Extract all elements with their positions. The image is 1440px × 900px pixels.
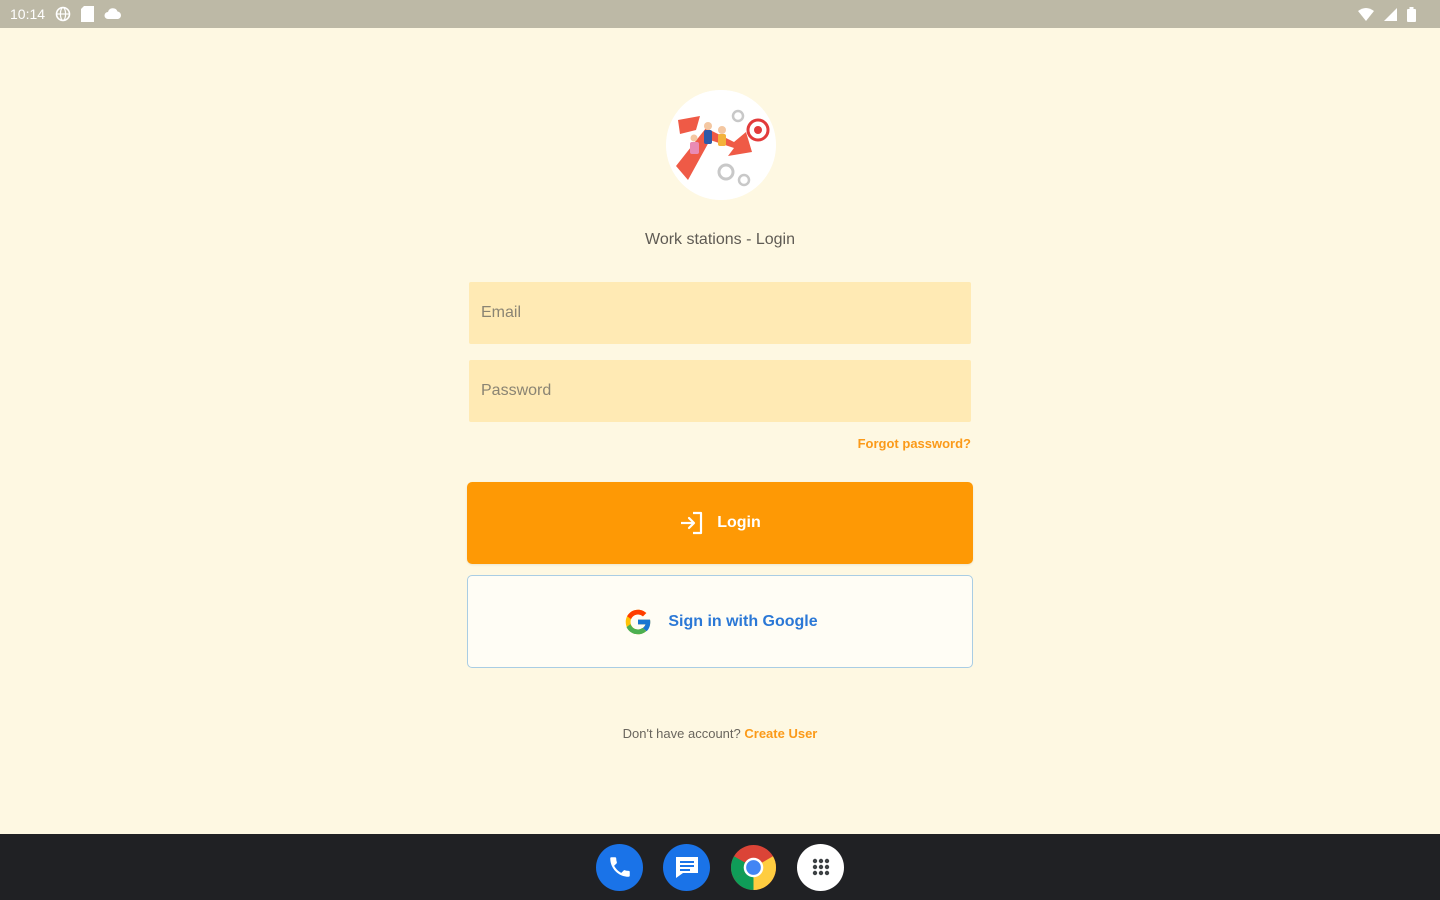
create-user-link[interactable]: Create User	[744, 726, 817, 741]
chrome-app-icon[interactable]	[730, 844, 777, 891]
signup-row: Don't have account? Create User	[0, 726, 1440, 741]
google-button-label: Sign in with Google	[668, 612, 818, 630]
wifi-icon	[1358, 7, 1374, 21]
password-field[interactable]	[469, 360, 971, 422]
app-logo	[666, 90, 776, 200]
google-sign-in-button[interactable]: Sign in with Google	[467, 575, 973, 668]
email-field[interactable]	[469, 282, 971, 344]
page-title: Work stations - Login	[645, 231, 795, 248]
status-bar: 10:14	[0, 0, 1440, 28]
battery-icon	[1407, 6, 1416, 22]
app-drawer-icon[interactable]	[797, 843, 844, 891]
login-icon	[679, 511, 705, 535]
login-button[interactable]: Login	[467, 482, 973, 564]
globe-icon	[55, 6, 71, 22]
taskbar	[0, 834, 1440, 900]
login-button-label: Login	[717, 514, 761, 531]
messages-app-icon[interactable]	[663, 843, 710, 891]
login-screen: Work stations - Login Forgot password? L…	[0, 28, 1440, 834]
status-time: 10:14	[10, 6, 46, 22]
status-right	[1358, 6, 1416, 22]
google-logo-icon	[622, 606, 654, 638]
phone-app-icon[interactable]	[596, 843, 643, 891]
cloud-icon	[104, 8, 122, 20]
sd-card-icon	[81, 6, 95, 22]
forgot-password-link[interactable]: Forgot password?	[858, 436, 971, 451]
signal-icon	[1384, 7, 1397, 21]
status-left: 10:14	[10, 6, 122, 22]
signup-prompt: Don't have account?	[622, 726, 741, 741]
